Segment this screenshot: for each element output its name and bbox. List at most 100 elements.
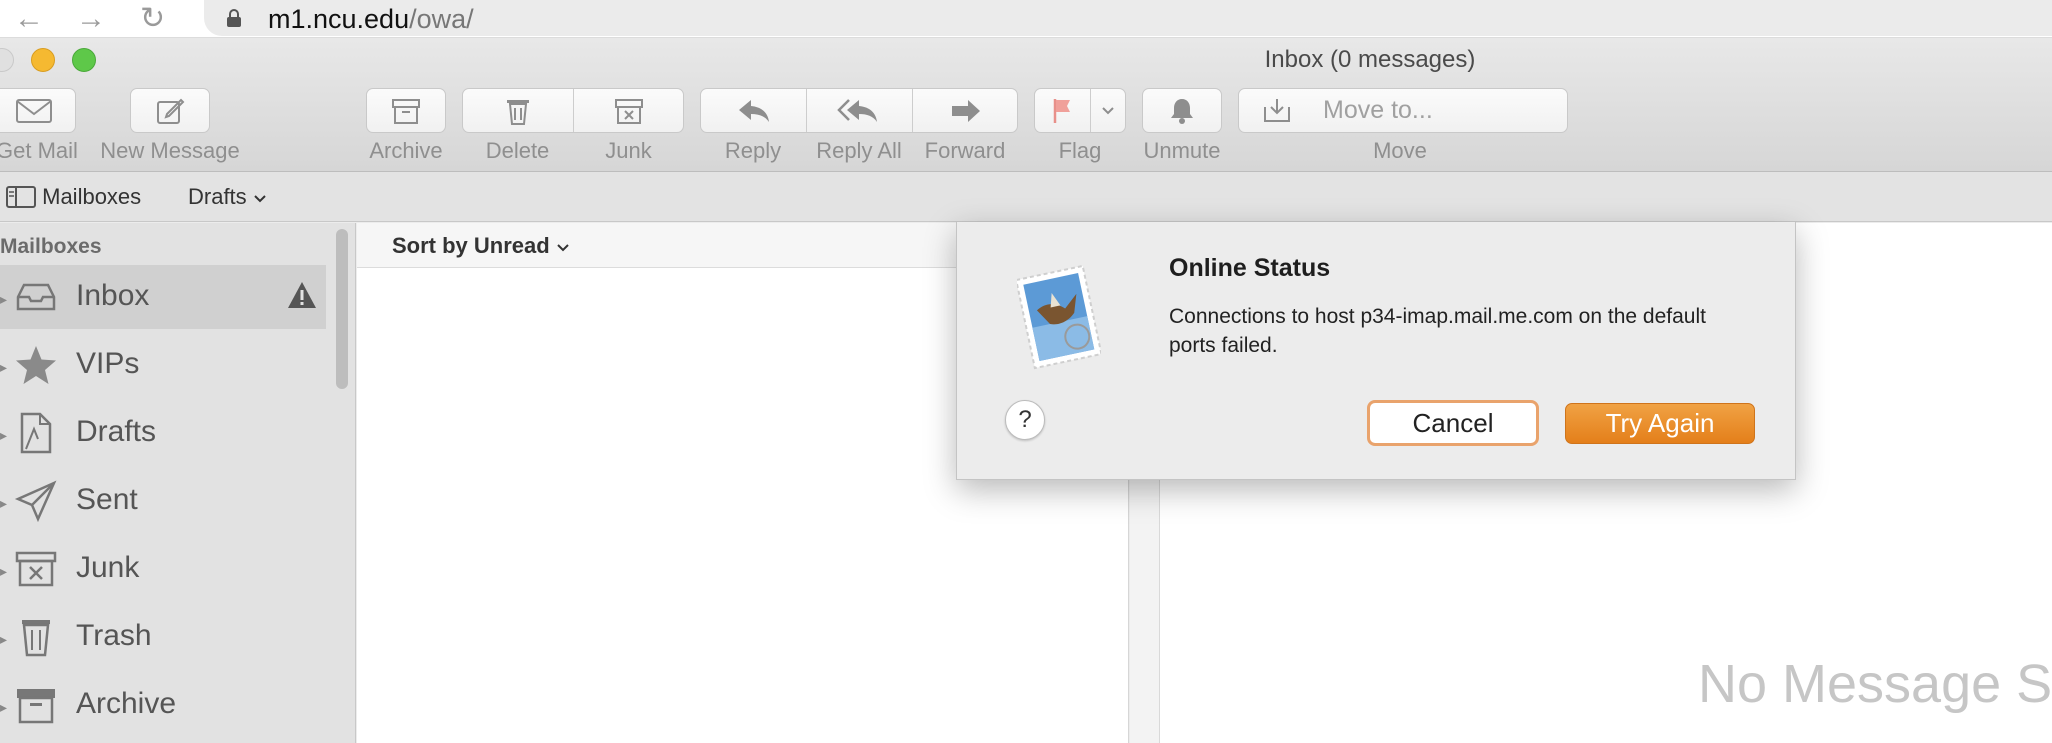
chevron-down-icon bbox=[254, 195, 266, 203]
address-bar[interactable]: m1.ncu.edu/owa/ bbox=[204, 0, 2052, 36]
reload-icon[interactable]: ↻ bbox=[140, 4, 165, 34]
archive-box-icon bbox=[367, 89, 445, 132]
reply-label: Reply bbox=[724, 138, 782, 163]
forward-icon[interactable]: → bbox=[76, 4, 106, 34]
forward-label: Forward bbox=[924, 138, 1006, 163]
sidebar-item-sent[interactable]: ▸ Sent bbox=[0, 469, 326, 533]
sidebar-scrollbar[interactable] bbox=[336, 229, 348, 389]
minimize-window-button[interactable] bbox=[31, 48, 55, 72]
bell-icon bbox=[1143, 89, 1221, 132]
star-icon bbox=[16, 346, 56, 384]
title-bar: Inbox (0 messages) Get Mail New Message … bbox=[0, 38, 2052, 172]
sidebar-item-archive[interactable]: ▸ Archive bbox=[0, 673, 326, 737]
sidebar-item-label: Inbox bbox=[76, 279, 150, 312]
trash-icon bbox=[22, 620, 50, 657]
archive-button[interactable] bbox=[366, 88, 446, 133]
warning-icon[interactable] bbox=[286, 279, 318, 311]
mailboxes-fav-label: Mailboxes bbox=[42, 184, 142, 209]
no-message-placeholder: No Message S bbox=[1698, 654, 2052, 714]
sidebar-item-label: VIPs bbox=[76, 347, 140, 380]
sort-label: Sort by Unread bbox=[392, 233, 550, 258]
online-status-dialog: Online Status Connections to host p34-im… bbox=[956, 222, 1796, 480]
sidebar-toggle-icon bbox=[6, 186, 36, 208]
junk-box-icon bbox=[614, 98, 643, 124]
reply-all-label: Reply All bbox=[816, 138, 902, 163]
mail-stamp-icon bbox=[1017, 264, 1101, 370]
browser-toolbar: ← → ↻ m1.ncu.edu/owa/ bbox=[0, 0, 2052, 38]
disclosure-icon[interactable]: ▸ bbox=[0, 359, 7, 376]
sidebar-item-label: Archive bbox=[76, 687, 177, 720]
drafts-fav-button[interactable]: Drafts bbox=[188, 184, 267, 210]
move-label: Move bbox=[1373, 138, 1427, 163]
get-mail-label: Get Mail bbox=[0, 138, 78, 163]
sidebar-item-drafts[interactable]: ▸ Drafts bbox=[0, 401, 326, 465]
window-title: Inbox (0 messages) bbox=[1264, 46, 1476, 73]
url-text: m1.ncu.edu/owa/ bbox=[268, 4, 474, 35]
trash-icon bbox=[507, 99, 529, 125]
junk-button[interactable] bbox=[573, 89, 683, 132]
reply-all-button[interactable] bbox=[806, 89, 911, 132]
unmute-label: Unmute bbox=[1143, 138, 1221, 163]
sidebar-item-label: Drafts bbox=[76, 415, 157, 448]
junk-icon bbox=[15, 551, 57, 587]
archive-icon bbox=[17, 689, 55, 724]
sidebar-item-label: Trash bbox=[76, 619, 152, 652]
compose-icon bbox=[131, 89, 209, 132]
junk-label: Junk bbox=[605, 138, 652, 163]
reply-arrow-icon bbox=[738, 99, 769, 122]
new-message-label: New Message bbox=[100, 138, 240, 163]
drafts-fav-label: Drafts bbox=[188, 184, 247, 209]
sidebar-item-vips[interactable]: ▸ VIPs bbox=[0, 333, 326, 397]
disclosure-icon[interactable]: ▸ bbox=[0, 495, 7, 512]
unmute-button[interactable] bbox=[1142, 88, 1222, 133]
disclosure-icon[interactable]: ▸ bbox=[0, 563, 7, 580]
move-to-popup[interactable]: Move to... bbox=[1238, 88, 1568, 133]
chevron-down-icon bbox=[557, 244, 569, 252]
back-icon[interactable]: ← bbox=[14, 4, 44, 34]
sort-menu-button[interactable]: Sort by Unread bbox=[392, 233, 570, 259]
delete-junk-group bbox=[462, 88, 684, 133]
forward-arrow-icon bbox=[951, 99, 980, 122]
forward-button[interactable] bbox=[911, 89, 1017, 132]
delete-button[interactable] bbox=[463, 89, 573, 132]
inbox-icon bbox=[16, 283, 56, 311]
help-button[interactable]: ? bbox=[1005, 400, 1045, 440]
close-window-button[interactable] bbox=[0, 48, 14, 72]
flag-menu-button[interactable] bbox=[1089, 89, 1125, 132]
url-path: /owa/ bbox=[409, 4, 474, 34]
mailbox-sidebar: Mailboxes ▸ Inbox ▸ VIPs ▸ Drafts ▸ Sent… bbox=[0, 223, 356, 743]
reply-all-arrow-icon bbox=[837, 98, 878, 122]
sidebar-item-label: Sent bbox=[76, 483, 138, 516]
disclosure-icon[interactable]: ▸ bbox=[0, 631, 7, 648]
flag-icon bbox=[1054, 98, 1071, 123]
sidebar-item-label: Junk bbox=[76, 551, 140, 584]
move-to-field: Move to... bbox=[1239, 89, 1567, 132]
zoom-window-button[interactable] bbox=[72, 48, 96, 72]
chevron-down-icon bbox=[1102, 106, 1114, 114]
cancel-button[interactable]: Cancel bbox=[1367, 400, 1539, 446]
move-tray-icon bbox=[1264, 98, 1290, 122]
flag-group bbox=[1034, 88, 1126, 133]
dialog-title: Online Status bbox=[1169, 254, 1331, 282]
reply-button[interactable] bbox=[701, 89, 806, 132]
try-again-button[interactable]: Try Again bbox=[1565, 403, 1755, 444]
get-mail-button[interactable] bbox=[0, 88, 76, 133]
disclosure-icon[interactable]: ▸ bbox=[0, 291, 7, 308]
flag-button[interactable] bbox=[1035, 89, 1090, 132]
dialog-message: Connections to host p34-imap.mail.me.com… bbox=[1169, 305, 1706, 357]
sidebar-item-inbox[interactable]: ▸ Inbox bbox=[0, 265, 326, 329]
delete-label: Delete bbox=[485, 138, 550, 163]
new-message-button[interactable] bbox=[130, 88, 210, 133]
reply-group bbox=[700, 88, 1018, 133]
sent-icon bbox=[14, 480, 57, 523]
disclosure-icon[interactable]: ▸ bbox=[0, 699, 7, 716]
sidebar-item-trash[interactable]: ▸ Trash bbox=[0, 605, 326, 669]
lock-icon bbox=[227, 9, 241, 27]
sidebar-header: Mailboxes bbox=[0, 235, 102, 258]
mailboxes-toggle[interactable]: Mailboxes bbox=[6, 184, 141, 210]
move-to-placeholder: Move to... bbox=[1323, 96, 1433, 124]
sidebar-item-junk[interactable]: ▸ Junk bbox=[0, 537, 326, 601]
favorites-bar: Mailboxes Drafts bbox=[0, 172, 2052, 222]
url-host: m1.ncu.edu bbox=[268, 4, 410, 34]
disclosure-icon[interactable]: ▸ bbox=[0, 427, 7, 444]
